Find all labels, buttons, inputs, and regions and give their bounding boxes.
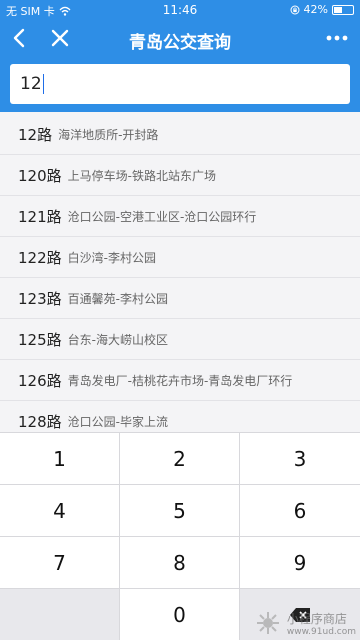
status-right: 42%	[290, 3, 354, 16]
result-row[interactable]: 120路 上马停车场-铁路北站东广场	[0, 155, 360, 196]
key-7[interactable]: 7	[0, 537, 120, 589]
watermark-text: 小程序商店 www.91ud.com	[287, 610, 356, 637]
route-name: 120路	[18, 166, 62, 185]
route-description: 海洋地质所-开封路	[58, 127, 159, 142]
route-description: 沧口公园-毕家上流	[67, 414, 168, 429]
route-name: 125路	[18, 330, 62, 349]
text-caret	[42, 74, 44, 94]
result-row[interactable]: 121路 沧口公园-空港工业区-沧口公园环行	[0, 196, 360, 237]
screen: 无 SIM 卡 11:46 42% 青岛公交查询 12 12路 海洋地质所-开封…	[0, 0, 360, 640]
results-list: 12路 海洋地质所-开封路 120路 上马停车场-铁路北站东广场 121路 沧口公园-空港…	[0, 114, 360, 432]
key-2[interactable]: 2	[120, 433, 240, 485]
nav-bar: 青岛公交查询	[0, 20, 360, 56]
watermark: 小程序商店 www.91ud.com	[208, 608, 356, 638]
search-area: 12	[0, 56, 360, 112]
result-row[interactable]: 123路 百通馨苑-李村公园	[0, 278, 360, 319]
watermark-name: 小程序商店	[286, 611, 347, 626]
search-input-value: 12	[20, 74, 42, 94]
route-description: 白沙湾-李村公园	[67, 250, 156, 265]
result-row[interactable]: 126路 青岛发电厂-桔桃花卉市场-青岛发电厂环行	[0, 360, 360, 401]
route-description: 上马停车场-铁路北站东广场	[67, 168, 216, 183]
key-5[interactable]: 5	[120, 485, 240, 537]
route-name: 126路	[18, 371, 62, 390]
route-description: 沧口公园-空港工业区-沧口公园环行	[67, 209, 257, 224]
more-dots-icon[interactable]	[326, 29, 348, 47]
key-8[interactable]: 8	[120, 537, 240, 589]
key-4[interactable]: 4	[0, 485, 120, 537]
battery-fill	[334, 6, 342, 13]
result-row[interactable]: 122路 白沙湾-李村公园	[0, 237, 360, 278]
result-row[interactable]: 12路 海洋地质所-开封路	[0, 114, 360, 155]
key-6[interactable]: 6	[240, 485, 360, 537]
search-input[interactable]: 12	[10, 64, 350, 104]
page-title: 青岛公交查询	[129, 33, 231, 53]
route-name: 123路	[18, 289, 62, 308]
key-1[interactable]: 1	[0, 433, 120, 485]
route-description: 百通馨苑-李村公园	[67, 291, 168, 306]
status-bar: 无 SIM 卡 11:46 42%	[0, 0, 360, 20]
route-name: 128路	[18, 412, 62, 431]
key-blank	[0, 589, 120, 640]
route-description: 台东-海大崂山校区	[67, 332, 168, 347]
watermark-url: www.91ud.com	[286, 626, 356, 637]
key-3[interactable]: 3	[240, 433, 360, 485]
rotation-lock-icon	[290, 5, 300, 14]
result-row[interactable]: 125路 台东-海大崂山校区	[0, 319, 360, 360]
route-name: 12路	[18, 125, 53, 144]
route-name: 122路	[18, 248, 62, 267]
result-row[interactable]: 128路 沧口公园-毕家上流	[0, 401, 360, 432]
route-description: 青岛发电厂-桔桃花卉市场-青岛发电厂环行	[67, 373, 293, 388]
route-name: 121路	[18, 207, 62, 226]
key-9[interactable]: 9	[240, 537, 360, 589]
watermark-logo-icon	[256, 612, 279, 634]
battery-icon	[332, 4, 354, 15]
battery-text: 42%	[303, 3, 328, 16]
